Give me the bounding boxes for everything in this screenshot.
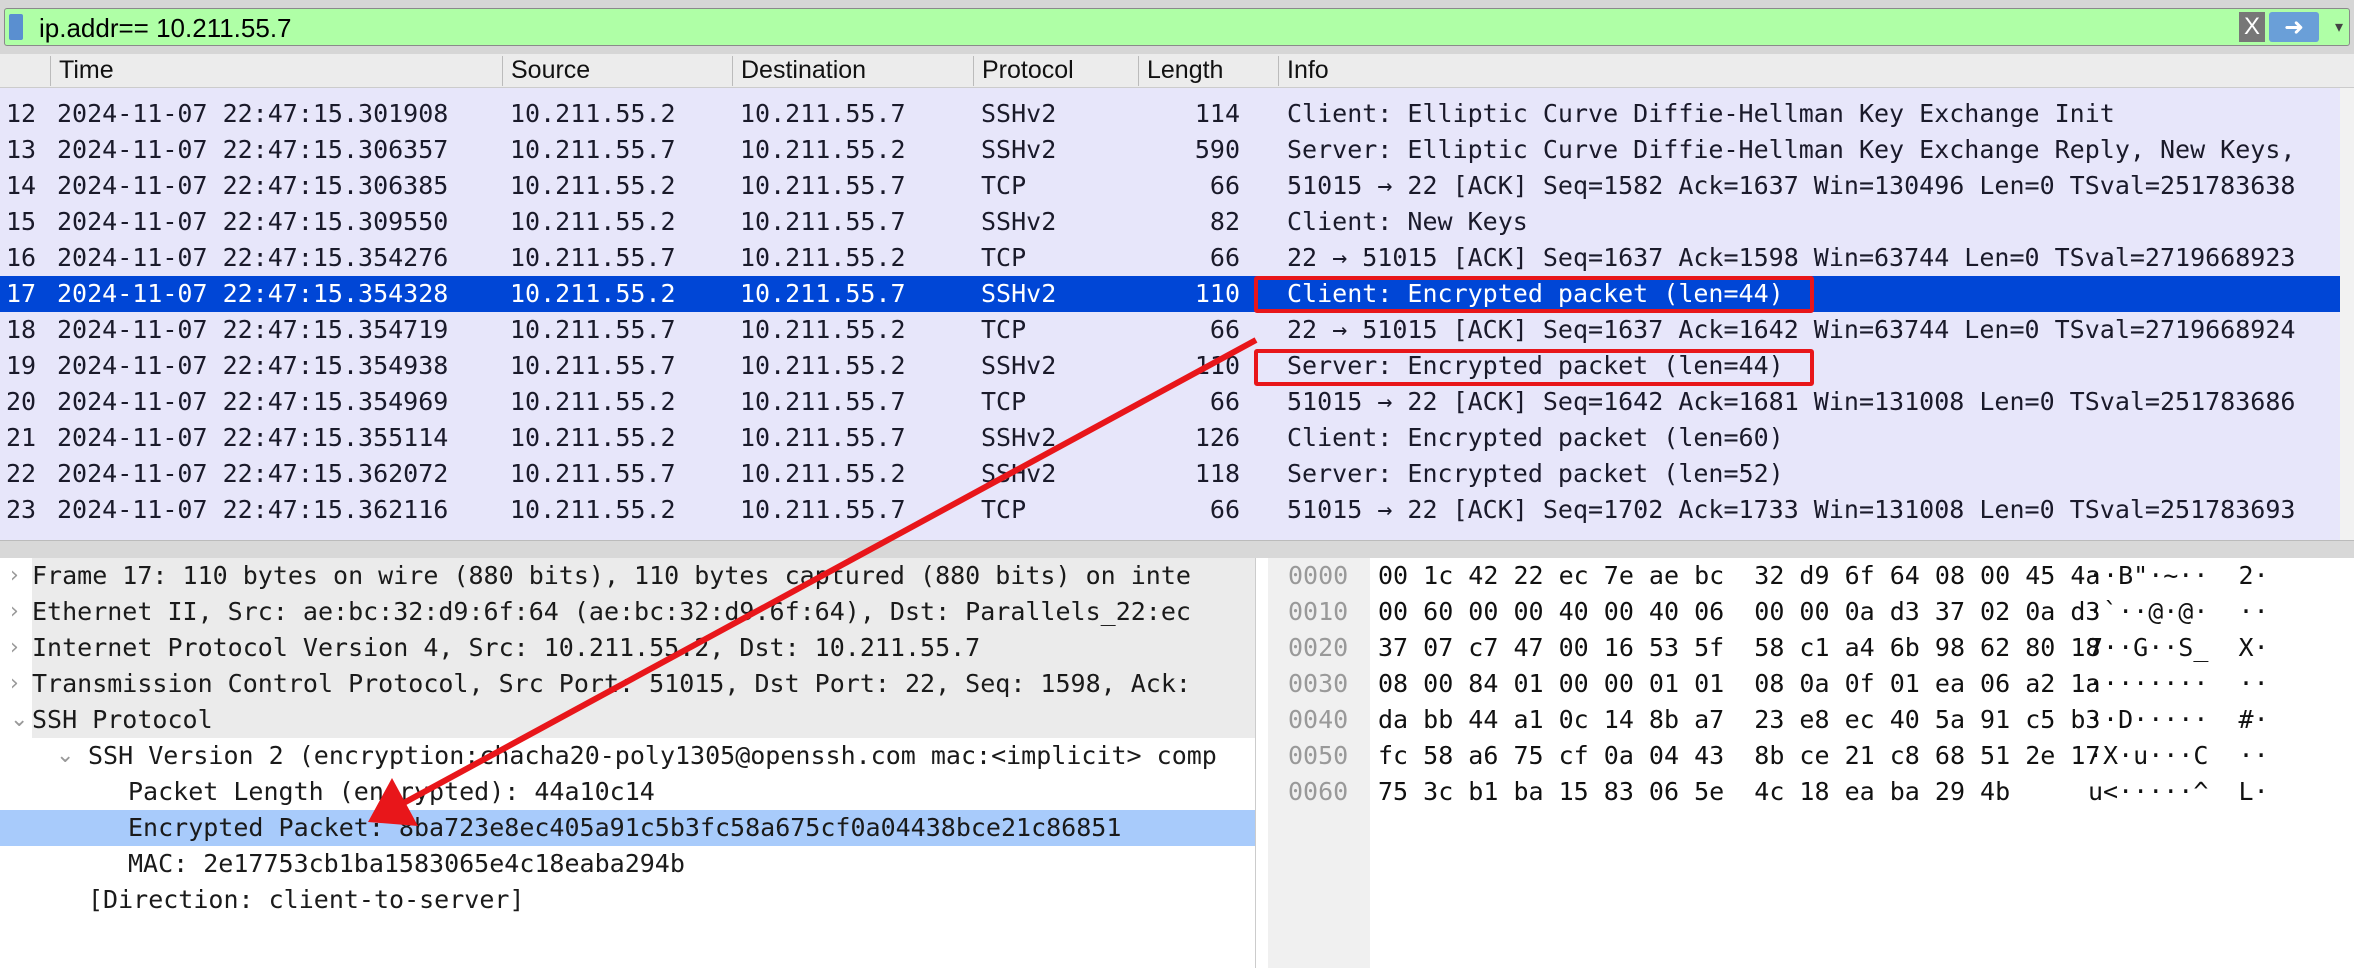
annotation-arrow [368, 337, 1258, 826]
annotation-arrow-line [398, 337, 1258, 808]
